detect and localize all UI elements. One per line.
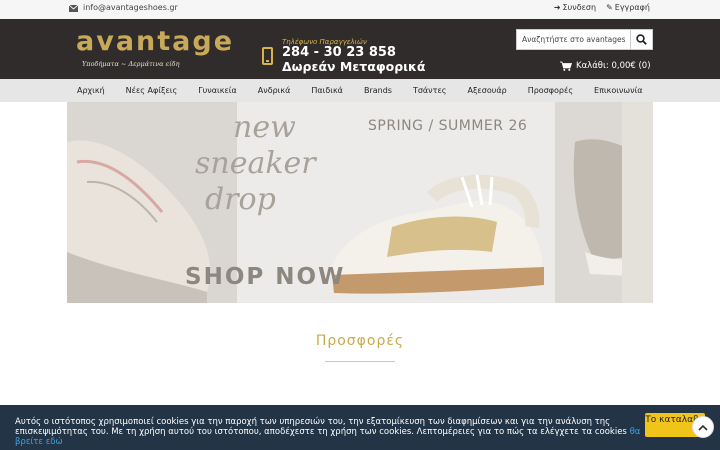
mobile-phone-icon bbox=[262, 46, 273, 65]
hero-banner[interactable]: new sneaker drop SPRING / SUMMER 26 SHOP… bbox=[67, 102, 653, 303]
login-label: Συνδεση bbox=[562, 3, 597, 12]
offers-section-title: Προσφορές bbox=[315, 333, 405, 349]
cookie-text-block: Αυτός ο ιστότοπος χρησιμοποιεί cookies γ… bbox=[15, 417, 645, 447]
free-shipping-text: Δωρεάν Μεταφορικά bbox=[282, 59, 426, 74]
nav-item-offers[interactable]: Προσφορές bbox=[528, 86, 573, 95]
top-utility-bar: info@avantageshoes.gr ➜ Συνδεση ✎ Εγγραφή bbox=[0, 0, 720, 19]
banner-side-panel bbox=[622, 102, 653, 303]
cookie-message: Αυτός ο ιστότοπος χρησιμοποιεί cookies γ… bbox=[15, 417, 627, 437]
nav-item-new-arrivals[interactable]: Νέες Αφίξεις bbox=[126, 86, 178, 95]
main-navigation: Αρχική Νέες Αφίξεις Γυναικεία Ανδρικά Πα… bbox=[0, 79, 720, 102]
nav-item-bags[interactable]: Τσάντες bbox=[413, 86, 447, 95]
logo-wordmark: avantage bbox=[76, 26, 235, 57]
nav-item-contact[interactable]: Επικοινωνία bbox=[594, 86, 643, 95]
nav-item-home[interactable]: Αρχική bbox=[77, 86, 105, 95]
cookie-consent-bar: Αυτός ο ιστότοπος χρησιμοποιεί cookies γ… bbox=[0, 405, 720, 450]
register-label: Εγγραφή bbox=[614, 3, 650, 12]
section-divider bbox=[325, 361, 395, 362]
register-link[interactable]: ✎ Εγγραφή bbox=[606, 3, 650, 12]
login-link[interactable]: ➜ Συνδεση bbox=[554, 3, 596, 12]
banner-season: SPRING / SUMMER 26 bbox=[368, 118, 528, 134]
phone-number[interactable]: 284 - 30 23 858 bbox=[282, 46, 426, 60]
edit-icon: ✎ bbox=[606, 3, 613, 12]
banner-headline-sneaker: sneaker bbox=[195, 146, 316, 181]
banner-headline: new sneaker drop bbox=[195, 110, 316, 218]
email-text: info@avantageshoes.gr bbox=[83, 3, 178, 12]
nav-item-kids[interactable]: Παιδικά bbox=[311, 86, 343, 95]
search-button[interactable] bbox=[631, 29, 653, 50]
sign-in-icon: ➜ bbox=[553, 3, 561, 12]
search-input[interactable] bbox=[516, 29, 631, 50]
site-header: avantage Υποδήματα ~ Δερμάτινα είδη Τηλέ… bbox=[0, 19, 720, 79]
nav-item-brands[interactable]: Brands bbox=[364, 86, 392, 95]
site-logo[interactable]: avantage Υποδήματα ~ Δερμάτινα είδη bbox=[76, 26, 235, 69]
nav-item-women[interactable]: Γυναικεία bbox=[198, 86, 237, 95]
contact-email[interactable]: info@avantageshoes.gr bbox=[69, 3, 178, 12]
search-icon bbox=[636, 34, 647, 45]
nav-item-men[interactable]: Ανδρικά bbox=[258, 86, 291, 95]
banner-headline-drop: drop bbox=[205, 182, 276, 217]
banner-shop-now[interactable]: SHOP NOW bbox=[185, 264, 345, 290]
envelope-icon bbox=[69, 4, 78, 12]
search-form bbox=[516, 29, 653, 50]
banner-center-sneaker-image bbox=[322, 157, 552, 303]
shopping-cart-icon bbox=[560, 61, 572, 71]
phone-block: Τηλέφωνο Παραγγελιών 284 - 30 23 858 Δωρ… bbox=[262, 38, 426, 73]
cart-summary: Καλάθι: 0,00€ (0) bbox=[576, 61, 651, 71]
scroll-to-top-button[interactable] bbox=[692, 416, 714, 438]
cart-link[interactable]: Καλάθι: 0,00€ (0) bbox=[560, 61, 651, 71]
logo-tagline: Υποδήματα ~ Δερμάτινα είδη bbox=[82, 60, 180, 68]
nav-item-accessories[interactable]: Αξεσουάρ bbox=[468, 86, 507, 95]
banner-headline-new: new bbox=[233, 110, 296, 145]
chevron-up-icon bbox=[698, 424, 708, 431]
